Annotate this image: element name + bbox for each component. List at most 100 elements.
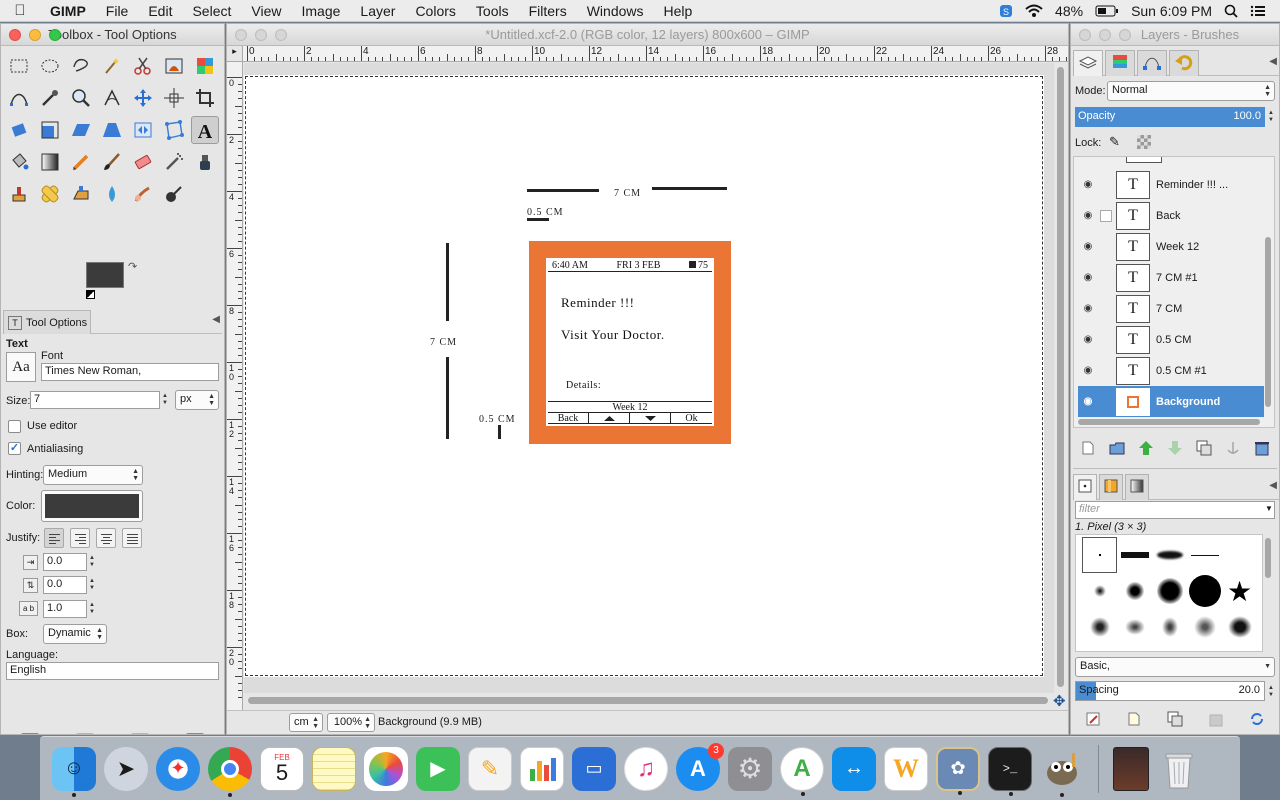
brush-fuzzy-large-icon[interactable] — [1152, 573, 1187, 609]
brush-filter-dropdown-icon[interactable]: ▼ — [1265, 504, 1273, 513]
size-field[interactable]: 7 — [30, 391, 160, 409]
layer-visibility-eye-icon[interactable]: ◉ — [1081, 334, 1095, 345]
chrome-dock-icon[interactable] — [208, 746, 252, 797]
scissors-select-tool-icon[interactable] — [129, 52, 157, 80]
alignment-tool-icon[interactable] — [160, 84, 188, 112]
clone-tool-icon[interactable] — [5, 180, 33, 208]
itunes-dock-icon[interactable]: ♫ — [624, 746, 668, 791]
brush-soft-block-icon[interactable] — [1152, 537, 1187, 573]
zoom-select[interactable]: 100% ▲ ▼ — [327, 713, 375, 732]
layers-close-button[interactable] — [1079, 29, 1091, 41]
layer-chain-toggle[interactable] — [1100, 396, 1112, 408]
layer-row[interactable]: ◉ T 7 CM — [1078, 293, 1264, 324]
tab-patterns[interactable] — [1099, 474, 1123, 500]
brushes-tab-menu-icon[interactable]: ◀ — [1269, 480, 1277, 491]
fuzzy-select-tool-icon[interactable] — [98, 52, 126, 80]
duplicate-brush-icon[interactable] — [1167, 711, 1183, 730]
anchor-layer-icon[interactable] — [1225, 440, 1241, 459]
brush-scroll-thumb[interactable] — [1265, 538, 1271, 578]
horizontal-ruler[interactable]: 0 2 4 6 8 10 12 14 16 18 20 22 24 26 28 — [243, 46, 1068, 62]
brush-splatter-2-icon[interactable] — [1117, 609, 1152, 645]
canvas-area[interactable]: 7 CM 0.5 CM 7 CM 0.5 CM 6:40 AM FRI 3 FE… — [244, 63, 1054, 693]
lock-pixels-icon[interactable]: ✎ — [1109, 134, 1120, 150]
layers-zoom-button[interactable] — [1119, 29, 1131, 41]
lock-alpha-icon[interactable] — [1137, 135, 1151, 149]
opacity-slider[interactable]: Opacity 100.0 — [1075, 107, 1265, 127]
layers-minimize-button[interactable] — [1099, 29, 1111, 41]
spotlight-search-icon[interactable] — [1224, 4, 1238, 18]
letter-spacing-stepper[interactable]: ▲ ▼ — [87, 600, 97, 618]
lower-layer-icon[interactable] — [1167, 440, 1183, 459]
layer-chain-toggle[interactable] — [1100, 179, 1112, 191]
tab-undo-history[interactable] — [1169, 50, 1199, 76]
brush-splatter-1-icon[interactable] — [1082, 609, 1117, 645]
blur-tool-icon[interactable] — [98, 180, 126, 208]
panel-divider[interactable] — [1073, 468, 1277, 471]
tab-channels[interactable] — [1105, 50, 1135, 76]
android-studio-dock-icon[interactable]: A — [780, 746, 824, 796]
raise-layer-icon[interactable] — [1138, 440, 1154, 459]
app-store-dock-icon[interactable]: A3 — [676, 742, 724, 791]
brush-splatter-3-icon[interactable] — [1152, 609, 1187, 645]
minimize-button[interactable] — [29, 29, 41, 41]
smudge-tool-icon[interactable] — [129, 180, 157, 208]
menu-filters[interactable]: Filters — [519, 3, 577, 19]
free-select-tool-icon[interactable] — [67, 52, 95, 80]
layer-visibility-eye-icon[interactable]: ◉ — [1081, 365, 1095, 376]
brush-pixel-icon[interactable] — [1082, 537, 1117, 573]
shear-tool-icon[interactable] — [67, 116, 95, 144]
cage-transform-tool-icon[interactable] — [160, 116, 188, 144]
layer-visibility-eye-icon[interactable]: ◉ — [1081, 179, 1095, 190]
menu-edit[interactable]: Edit — [138, 3, 182, 19]
brush-filter-input[interactable]: filter — [1075, 501, 1275, 519]
preview-dock-icon[interactable]: ✿ — [936, 746, 980, 795]
size-stepper[interactable]: ▲ ▼ — [160, 391, 170, 409]
reset-colors-icon[interactable] — [86, 290, 95, 299]
layers-titlebar[interactable]: Layers - Brushes — [1071, 24, 1279, 46]
flip-tool-icon[interactable] — [129, 116, 157, 144]
gimp-dock-icon[interactable] — [1040, 747, 1084, 797]
paintbrush-tool-icon[interactable] — [98, 148, 126, 176]
apple-menu-icon[interactable]:  — [0, 2, 40, 19]
duplicate-layer-icon[interactable] — [1196, 440, 1212, 459]
line-spacing-stepper[interactable]: ▲ ▼ — [87, 576, 97, 594]
brush-empty-icon[interactable] — [1222, 537, 1257, 573]
close-button[interactable] — [9, 29, 21, 41]
save-tool-preset-icon[interactable] — [21, 733, 40, 734]
layer-visibility-eye-icon[interactable]: ◉ — [1081, 210, 1095, 221]
spacing-slider[interactable]: Spacing 20.0 — [1075, 681, 1265, 701]
image-minimize-button[interactable] — [255, 29, 267, 41]
rect-select-tool-icon[interactable] — [5, 52, 33, 80]
rotate-tool-icon[interactable] — [5, 116, 33, 144]
crop-tool-icon[interactable] — [191, 84, 219, 112]
layer-visibility-eye-icon[interactable]: ◉ — [1081, 241, 1095, 252]
menu-help[interactable]: Help — [654, 3, 703, 19]
bucket-fill-tool-icon[interactable] — [5, 148, 33, 176]
menu-windows[interactable]: Windows — [577, 3, 654, 19]
navigate-icon[interactable]: ✥ — [1053, 692, 1066, 710]
brush-splatter-5-icon[interactable] — [1222, 609, 1257, 645]
move-tool-icon[interactable] — [129, 84, 157, 112]
restore-tool-preset-icon[interactable] — [76, 733, 95, 734]
horizontal-scrollbar[interactable] — [244, 694, 1054, 708]
keynote-dock-icon[interactable]: ▭ — [572, 746, 616, 791]
zoom-tool-icon[interactable] — [67, 84, 95, 112]
airbrush-tool-icon[interactable] — [160, 148, 188, 176]
layer-mode-select[interactable]: Normal ▲ ▼ — [1107, 81, 1275, 101]
justify-center-button[interactable] — [96, 528, 116, 548]
line-spacing-field[interactable]: 0.0 — [43, 576, 87, 594]
vertical-scrollbar[interactable] — [1054, 63, 1068, 693]
reset-tool-options-icon[interactable] — [185, 733, 204, 734]
menu-layer[interactable]: Layer — [350, 3, 405, 19]
hinting-select[interactable]: Medium ▲ ▼ — [43, 465, 143, 485]
tab-layers[interactable] — [1073, 50, 1103, 76]
brush-line-icon[interactable] — [1187, 537, 1222, 573]
select-by-color-tool-icon[interactable] — [191, 52, 219, 80]
wifi-icon[interactable] — [1025, 4, 1043, 18]
spacing-stepper[interactable]: ▲ ▼ — [1266, 682, 1276, 702]
layer-chain-toggle[interactable] — [1100, 334, 1112, 346]
layer-visibility-eye-icon[interactable]: ◉ — [1081, 303, 1095, 314]
layers-scroll-thumb[interactable] — [1265, 237, 1271, 407]
numbers-dock-icon[interactable] — [520, 746, 564, 791]
foreground-color-swatch[interactable] — [86, 262, 124, 288]
